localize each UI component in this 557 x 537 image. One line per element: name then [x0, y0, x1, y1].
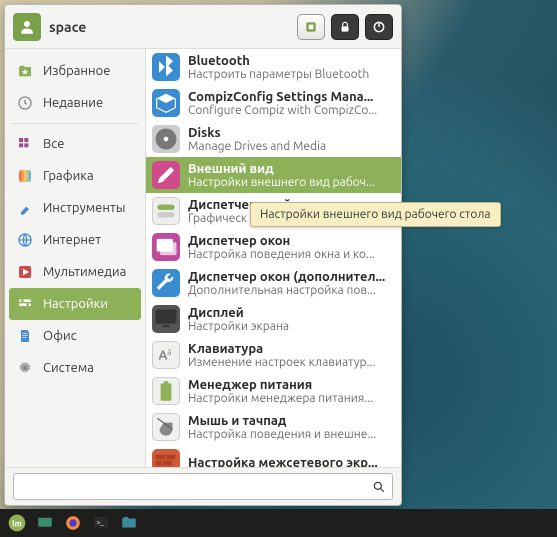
- app-title: Дисплей: [188, 306, 395, 320]
- sidebar-item-office[interactable]: Офис: [9, 320, 141, 352]
- sidebar-label: Настройки: [43, 297, 108, 311]
- settings-icon: [15, 294, 35, 314]
- menu-header: space: [5, 5, 401, 49]
- app-desc: Настройка поведения окна и ко...: [188, 248, 395, 261]
- show-desktop-button[interactable]: [32, 511, 58, 535]
- monitor-icon: [152, 305, 180, 333]
- tools-icon: [15, 198, 35, 218]
- app-item-appearance[interactable]: Внешний видНастройки внешнего вид рабоч.…: [146, 157, 401, 193]
- sidebar-label: Графика: [43, 169, 94, 183]
- sidebar-label: Избранное: [43, 64, 110, 78]
- username-label: space: [49, 19, 291, 35]
- app-desc: Изменение настроек клавиатур...: [188, 356, 395, 369]
- tooltip: Настройки внешнего вид рабочего стола: [250, 202, 501, 227]
- search-icon: [372, 480, 386, 494]
- wrench-icon: [152, 269, 180, 297]
- sidebar-item-tools[interactable]: Инструменты: [9, 192, 141, 224]
- app-item-power[interactable]: Менеджер питанияНастройки менеджера пита…: [146, 373, 401, 409]
- mouse-icon: [152, 413, 180, 441]
- app-desc: Configure Compiz with CompizCo...: [188, 104, 395, 117]
- taskbar: lm >_: [0, 509, 557, 537]
- sidebar-label: Мультимедиа: [43, 265, 126, 279]
- app-title: Внешний вид: [188, 162, 395, 176]
- start-menu: space Избранное Недавние Все: [4, 4, 402, 506]
- sidebar-label: Система: [43, 361, 94, 375]
- sidebar-label: Все: [43, 137, 64, 151]
- sidebar-item-system[interactable]: Система: [9, 352, 141, 384]
- app-item-display[interactable]: ДисплейНастройки экрана: [146, 301, 401, 337]
- disk-icon: [152, 125, 180, 153]
- play-icon: [15, 262, 35, 282]
- sidebar-label: Инструменты: [43, 201, 125, 215]
- sidebar-label: Офис: [43, 329, 77, 343]
- terminal-button[interactable]: >_: [88, 511, 114, 535]
- app-item-bluetooth[interactable]: BluetoothНастроить параметры Bluetooth: [146, 49, 401, 85]
- svg-text:lm: lm: [12, 518, 22, 528]
- compiz-icon: [152, 89, 180, 117]
- window-icon: [152, 233, 180, 261]
- avatar[interactable]: [13, 13, 41, 41]
- sidebar-item-settings[interactable]: Настройки: [9, 288, 141, 320]
- grid-icon: [15, 134, 35, 154]
- sidebar-item-internet[interactable]: Интернет: [9, 224, 141, 256]
- logout-button[interactable]: [297, 14, 325, 40]
- star-folder-icon: [15, 61, 35, 81]
- app-item-compiz[interactable]: CompizConfig Settings Mana...Configure C…: [146, 85, 401, 121]
- app-list: BluetoothНастроить параметры Bluetooth C…: [145, 49, 401, 467]
- app-title: Настройка межсетевого экр...: [188, 456, 395, 467]
- gear-icon: [15, 358, 35, 378]
- app-title: Диспетчер окон: [188, 234, 395, 248]
- sidebar-item-graphics[interactable]: Графика: [9, 160, 141, 192]
- app-item-wm[interactable]: Диспетчер оконНастройка поведения окна и…: [146, 229, 401, 265]
- svg-text:ä: ä: [167, 347, 171, 357]
- app-desc: Manage Drives and Media: [188, 140, 395, 153]
- app-item-keyboard[interactable]: Aä КлавиатураИзменение настроек клавиату…: [146, 337, 401, 373]
- search-input[interactable]: [20, 480, 372, 494]
- app-title: Клавиатура: [188, 342, 395, 356]
- app-title: Мышь и тачпад: [188, 414, 395, 428]
- app-desc: Настройки экрана: [188, 320, 395, 333]
- svg-text:>_: >_: [97, 520, 105, 527]
- search-box[interactable]: [13, 473, 393, 500]
- graphics-icon: [15, 166, 35, 186]
- app-desc: Настроить параметры Bluetooth: [188, 68, 395, 81]
- app-title: Менеджер питания: [188, 378, 395, 392]
- search-row: [5, 467, 401, 505]
- keyboard-icon: Aä: [152, 341, 180, 369]
- toggle-icon: [152, 197, 180, 225]
- files-button[interactable]: [116, 511, 142, 535]
- app-desc: Дополнительная настройка пов...: [188, 284, 395, 297]
- battery-icon: [152, 377, 180, 405]
- sidebar-label: Интернет: [43, 233, 101, 247]
- clock-icon: [15, 93, 35, 113]
- firefox-button[interactable]: [60, 511, 86, 535]
- app-title: Disks: [188, 126, 395, 140]
- bluetooth-icon: [152, 53, 180, 81]
- menu-button[interactable]: lm: [4, 511, 30, 535]
- app-title: Диспетчер окон (дополнител...: [188, 270, 395, 284]
- app-item-firewall[interactable]: Настройка межсетевого экр...: [146, 445, 401, 467]
- firewall-icon: [152, 449, 180, 467]
- sidebar: Избранное Недавние Все Графика Инструмен…: [5, 49, 145, 467]
- document-icon: [15, 326, 35, 346]
- app-item-wm-tweaks[interactable]: Диспетчер окон (дополнител...Дополнитель…: [146, 265, 401, 301]
- brush-icon: [152, 161, 180, 189]
- app-title: Bluetooth: [188, 54, 395, 68]
- shutdown-button[interactable]: [365, 14, 393, 40]
- lock-button[interactable]: [331, 14, 359, 40]
- globe-icon: [15, 230, 35, 250]
- app-desc: Настройки менеджера питания...: [188, 392, 395, 405]
- app-desc: Настройка поведения и внешне...: [188, 428, 395, 441]
- app-title: CompizConfig Settings Mana...: [188, 90, 395, 104]
- sidebar-item-multimedia[interactable]: Мультимедиа: [9, 256, 141, 288]
- sidebar-item-favorites[interactable]: Избранное: [9, 55, 141, 87]
- app-desc: Настройки внешнего вид рабоч...: [188, 176, 395, 189]
- sidebar-item-all[interactable]: Все: [9, 128, 141, 160]
- app-item-mouse[interactable]: Мышь и тачпадНастройка поведения и внешн…: [146, 409, 401, 445]
- sidebar-label: Недавние: [43, 96, 103, 110]
- app-item-disks[interactable]: DisksManage Drives and Media: [146, 121, 401, 157]
- sidebar-item-recent[interactable]: Недавние: [9, 87, 141, 119]
